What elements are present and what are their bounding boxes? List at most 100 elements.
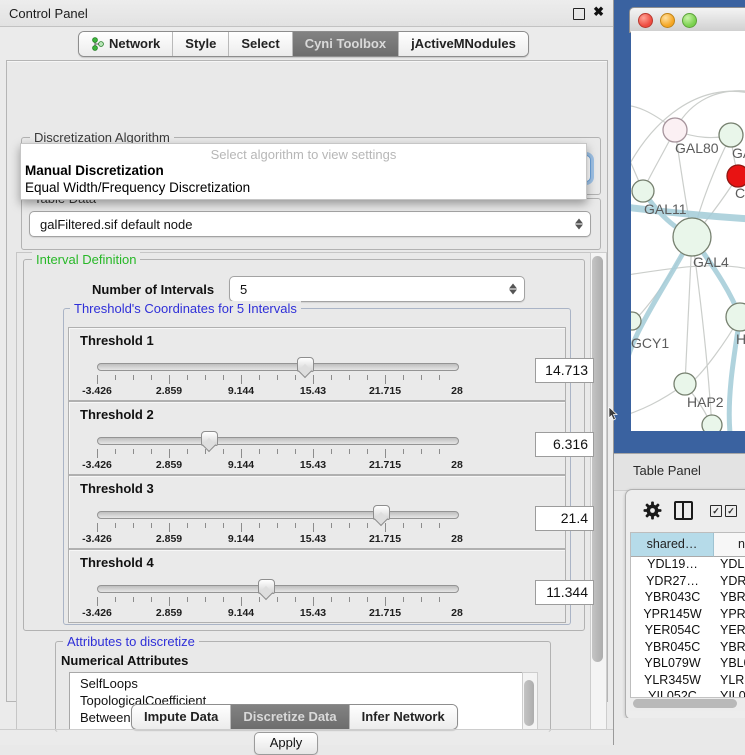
threshold-1-slider[interactable]: -3.4262.8599.14415.4321.71528: [97, 356, 457, 396]
threshold-2-value-field[interactable]: 6.316: [535, 432, 594, 457]
table-cell[interactable]: YLR3: [714, 673, 745, 690]
table-cell[interactable]: YBR0: [714, 590, 745, 607]
table-cell[interactable]: YDL19…: [631, 557, 714, 574]
tick-label: 21.715: [369, 533, 401, 545]
node-label: GAL80: [675, 140, 719, 156]
close-icon[interactable]: ✖: [593, 4, 604, 20]
network-node[interactable]: [726, 303, 745, 331]
table-cell[interactable]: YDL1: [714, 557, 745, 574]
group-title: Threshold's Coordinates for 5 Intervals: [70, 301, 301, 316]
tick-label: 28: [451, 607, 463, 619]
node-label: C: [735, 185, 745, 201]
threshold-4-value-field[interactable]: 11.344: [535, 580, 594, 605]
tab-cyni-toolbox[interactable]: Cyni Toolbox: [292, 32, 398, 56]
table-cell[interactable]: YBL079W: [631, 656, 714, 673]
tick-label: 15.43: [300, 533, 326, 545]
network-node-red-selected[interactable]: [727, 165, 745, 187]
table-row[interactable]: YBR043CYBR0: [631, 590, 745, 607]
threshold-4-slider[interactable]: -3.4262.8599.14415.4321.71528: [97, 578, 457, 618]
threshold-1-value-field[interactable]: 14.713: [535, 358, 594, 383]
column-header-name[interactable]: n: [714, 533, 745, 557]
slider-track[interactable]: [97, 363, 459, 371]
table-cell[interactable]: YPR145W: [631, 607, 714, 624]
network-node[interactable]: [719, 123, 743, 147]
network-graph: GAL80 GA GAL11 C GAL4 GCY1 H HAP2: [631, 31, 745, 431]
number-of-intervals-combobox[interactable]: 5: [229, 276, 525, 302]
table-cell[interactable]: YDR27…: [631, 574, 714, 591]
threshold-2-slider[interactable]: -3.4262.8599.14415.4321.71528: [97, 430, 457, 470]
tab-network[interactable]: Network: [79, 32, 172, 56]
network-view-canvas[interactable]: GAL80 GA GAL11 C GAL4 GCY1 H HAP2: [631, 31, 745, 431]
table-cell[interactable]: YBL0: [714, 656, 745, 673]
cyni-toolbox-panel: Discretization Algorithm Select algorith…: [6, 60, 608, 702]
checkbox-icon[interactable]: ✓: [725, 505, 737, 517]
slider-thumb[interactable]: [201, 431, 218, 446]
slider-thumb[interactable]: [297, 357, 314, 372]
slider-track[interactable]: [97, 511, 459, 519]
slider-track[interactable]: [97, 585, 459, 593]
table-cell[interactable]: YBR043C: [631, 590, 714, 607]
slider-thumb[interactable]: [373, 505, 390, 520]
threshold-3-slider[interactable]: -3.4262.8599.14415.4321.71528: [97, 504, 457, 544]
gear-icon[interactable]: [643, 501, 662, 520]
slider-track[interactable]: [97, 437, 459, 445]
tick-label: 9.144: [228, 459, 254, 471]
network-node[interactable]: [632, 180, 654, 202]
table-row[interactable]: YDR27…YDR2: [631, 574, 745, 591]
table-cell[interactable]: YPR1: [714, 607, 745, 624]
tab-style[interactable]: Style: [172, 32, 228, 56]
scrollbar-thumb[interactable]: [633, 699, 737, 708]
column-header-shared-name[interactable]: shared…: [631, 533, 714, 557]
table-cell[interactable]: YBR045C: [631, 640, 714, 657]
tick-label: 9.144: [228, 607, 254, 619]
table-row[interactable]: YER054CYER0: [631, 623, 745, 640]
tick-label: 15.43: [300, 459, 326, 471]
node-label: GAL4: [693, 254, 729, 270]
network-window-titlebar[interactable]: [629, 7, 745, 33]
threshold-3-value-field[interactable]: 21.4: [535, 506, 594, 531]
list-item[interactable]: SelfLoops: [70, 675, 523, 692]
tab-select[interactable]: Select: [228, 32, 291, 56]
tab-infer-network[interactable]: Infer Network: [349, 705, 457, 729]
checkbox-icon[interactable]: ✓: [710, 505, 722, 517]
threshold-panel-3: Threshold 3 -3.4262.8599.14415.4321.7152…: [68, 475, 566, 549]
table-cell[interactable]: YLR345W: [631, 673, 714, 690]
close-traffic-light-icon[interactable]: [638, 13, 653, 28]
dropdown-option-manual-discretization[interactable]: Manual Discretization: [25, 163, 164, 178]
panel-divider: [0, 729, 613, 730]
apply-button[interactable]: Apply: [254, 732, 318, 755]
threshold-panel-1: Threshold 1 -3.4262.8599.14415.4321.7152…: [68, 327, 566, 401]
network-graph-icon: [91, 37, 104, 51]
table-data-combobox[interactable]: galFiltered.sif default node: [29, 211, 591, 237]
network-node-pink[interactable]: [663, 118, 687, 142]
table-row[interactable]: YLR345WYLR3: [631, 673, 745, 690]
desktop-background: [614, 718, 745, 745]
table-cell[interactable]: YER054C: [631, 623, 714, 640]
tick-label: -3.426: [82, 607, 112, 619]
float-window-icon[interactable]: [573, 8, 585, 20]
threshold-label: Threshold 2: [80, 407, 154, 422]
table-row[interactable]: YPR145WYPR1: [631, 607, 745, 624]
tab-discretize-data[interactable]: Discretize Data: [230, 705, 348, 729]
scrollbar-thumb[interactable]: [524, 680, 534, 726]
minimize-traffic-light-icon[interactable]: [660, 13, 675, 28]
slider-thumb[interactable]: [258, 579, 275, 594]
network-nodes: [631, 118, 745, 431]
network-node-hap2[interactable]: [674, 373, 696, 395]
network-node[interactable]: [702, 415, 722, 431]
tab-impute-data[interactable]: Impute Data: [132, 705, 230, 729]
network-node-gal4[interactable]: [673, 218, 711, 256]
table-row[interactable]: YBL079WYBL0: [631, 656, 745, 673]
tab-jactivemnodules[interactable]: jActiveMNodules: [398, 32, 528, 56]
table-cell[interactable]: YDR2: [714, 574, 745, 591]
table-cell[interactable]: YER0: [714, 623, 745, 640]
tick-label: 21.715: [369, 459, 401, 471]
zoom-traffic-light-icon[interactable]: [682, 13, 697, 28]
mouse-cursor: [608, 407, 618, 421]
table-cell[interactable]: YBR0: [714, 640, 745, 657]
dropdown-option-equal-width[interactable]: Equal Width/Frequency Discretization: [25, 180, 250, 195]
split-columns-icon[interactable]: [674, 501, 693, 520]
table-row[interactable]: YBR045CYBR0: [631, 640, 745, 657]
table-row[interactable]: YDL19…YDL1: [631, 557, 745, 574]
threshold-panel-2: Threshold 2 -3.4262.8599.14415.4321.7152…: [68, 401, 566, 475]
